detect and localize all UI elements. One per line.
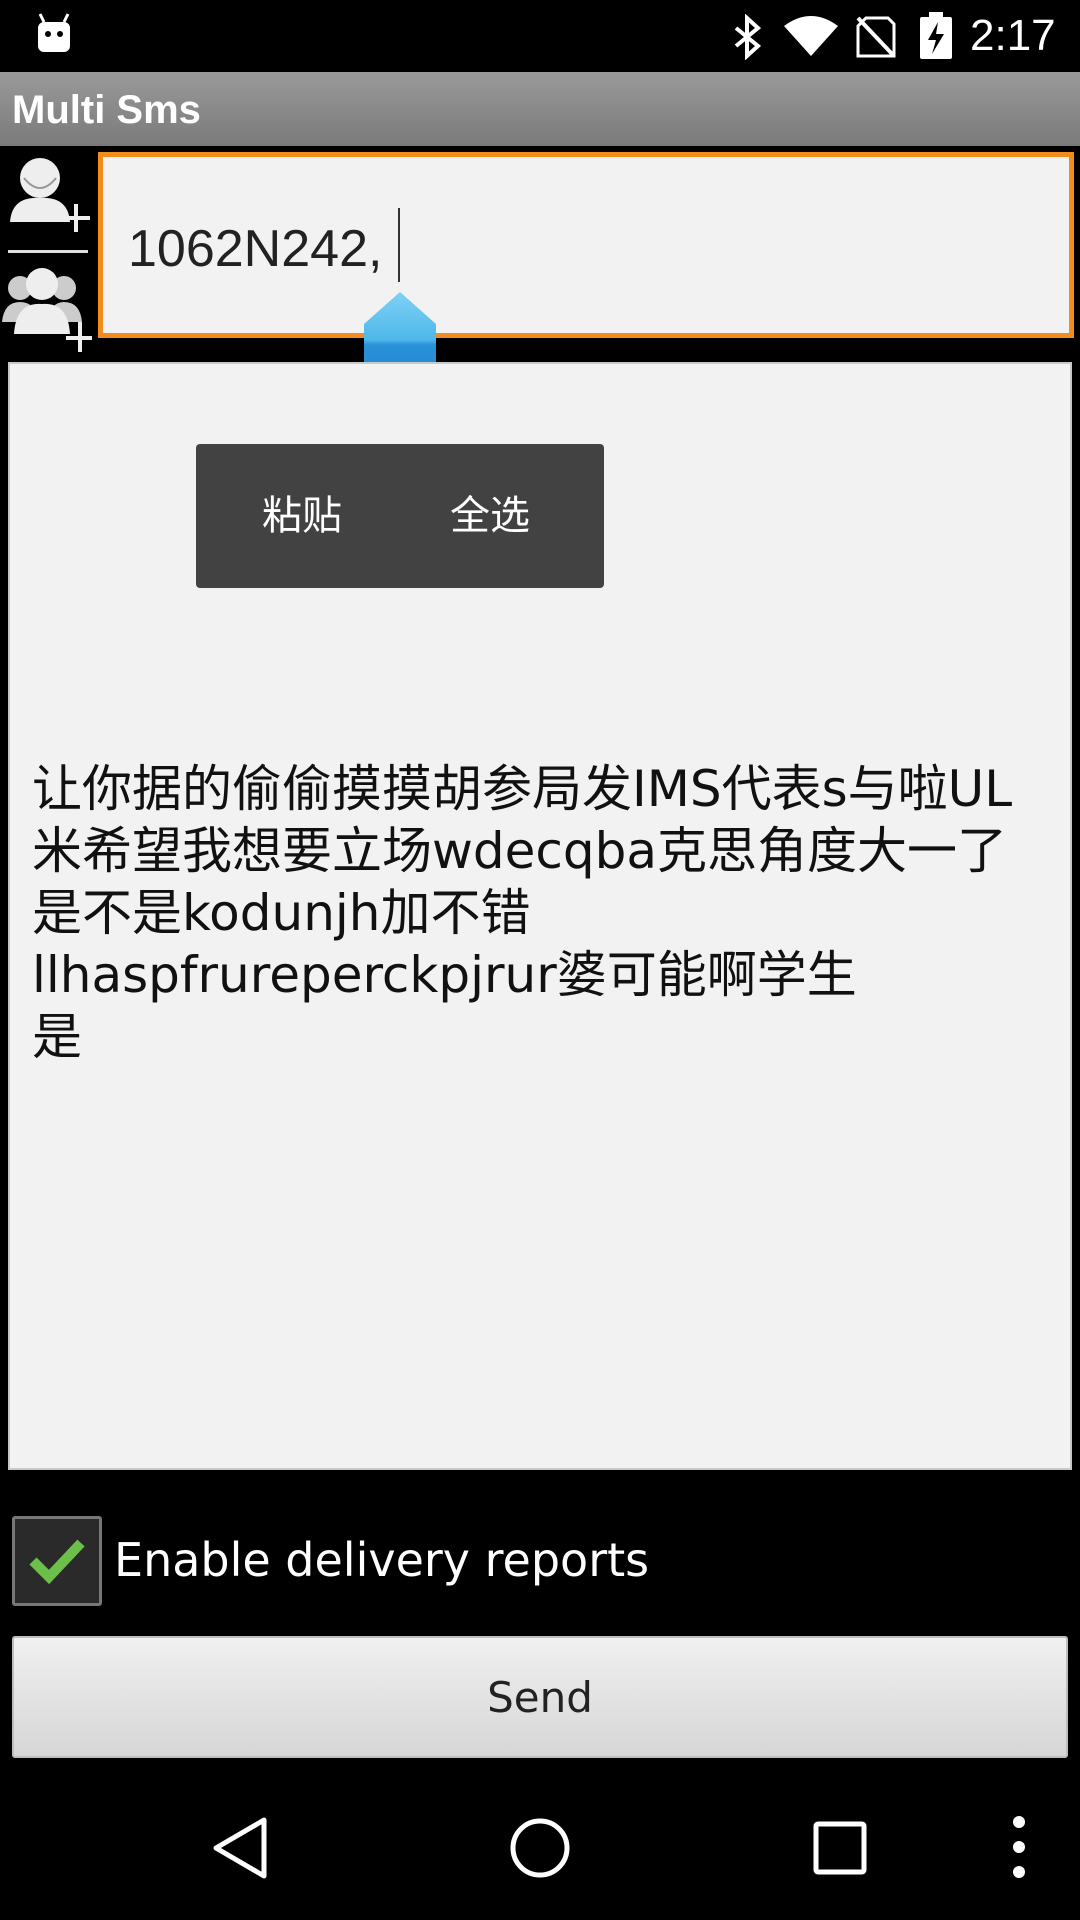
back-icon[interactable] xyxy=(212,1816,270,1880)
battery-charging-icon xyxy=(920,12,952,59)
bluetooth-icon xyxy=(734,14,762,60)
checkmark-icon xyxy=(29,1539,85,1585)
android-icon xyxy=(38,13,70,52)
paste-button[interactable]: 粘贴 xyxy=(262,490,342,542)
contact-button-divider xyxy=(8,250,88,253)
app-title: Multi Sms xyxy=(12,88,201,132)
no-sim-icon xyxy=(856,16,896,58)
wifi-icon xyxy=(784,16,838,56)
add-group-icon[interactable] xyxy=(0,262,94,354)
text-context-menu xyxy=(196,444,604,588)
recipients-value: 1062N242, xyxy=(128,220,383,278)
add-contact-icon[interactable] xyxy=(6,152,92,242)
home-icon[interactable] xyxy=(508,1816,572,1880)
delivery-reports-label[interactable]: Enable delivery reports xyxy=(114,1530,649,1590)
status-time: 2:17 xyxy=(970,11,1056,60)
text-cursor xyxy=(398,208,400,282)
recents-icon[interactable] xyxy=(812,1820,868,1876)
message-text: 让你据的偷偷摸摸胡参局发IMS代表s与啦UL米希望我想要立场wdecqba克思角… xyxy=(32,760,1013,1066)
delivery-reports-checkbox[interactable] xyxy=(12,1516,102,1606)
select-all-button[interactable]: 全选 xyxy=(450,490,530,542)
overflow-menu-icon[interactable] xyxy=(1002,1814,1036,1880)
send-button[interactable]: Send xyxy=(12,1636,1068,1758)
